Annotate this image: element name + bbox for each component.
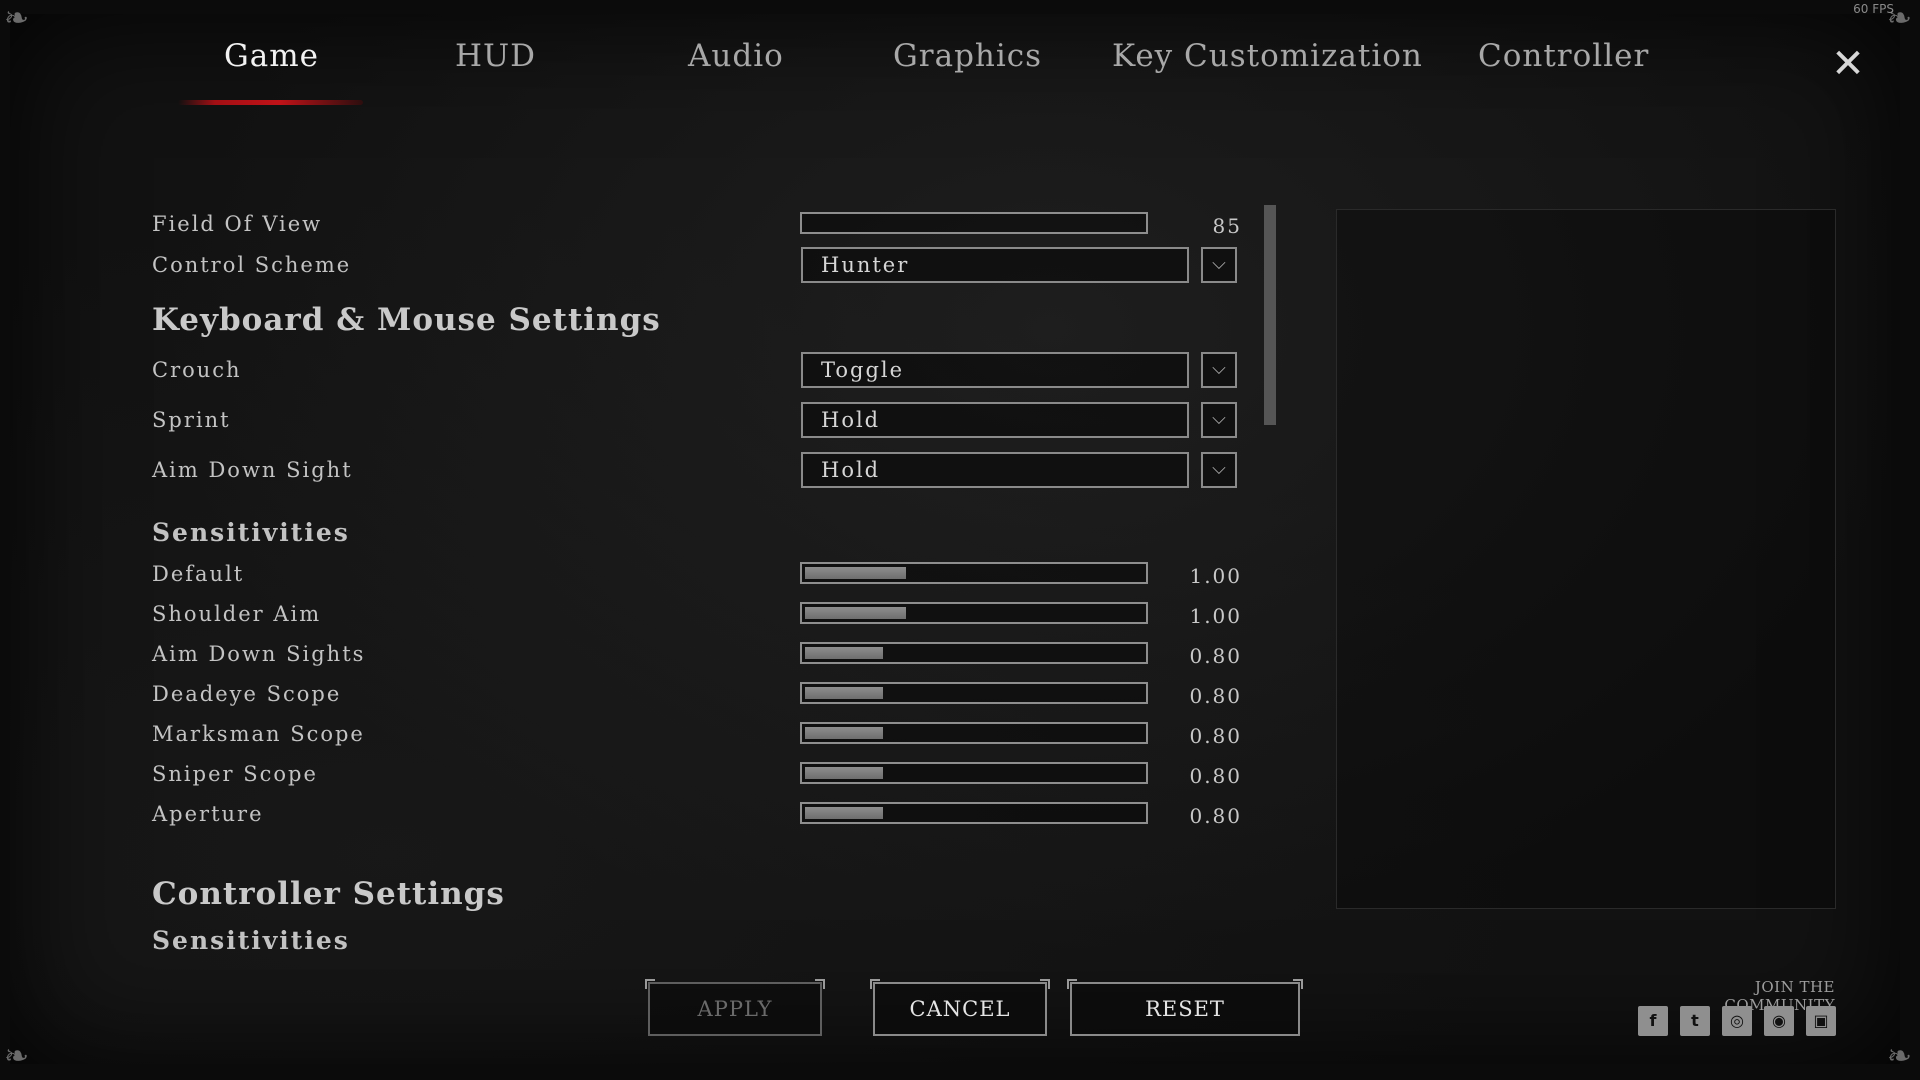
- scrollbar-thumb[interactable]: [1264, 205, 1276, 425]
- sensitivity-sniper-scope-value: 0.80: [1189, 764, 1242, 788]
- cancel-button[interactable]: CANCEL: [870, 979, 1050, 1036]
- slider-fill: [805, 567, 906, 579]
- sensitivity-sniper-scope-label: Sniper Scope: [152, 762, 318, 786]
- close-icon[interactable]: ✕: [1828, 44, 1868, 84]
- chevron-down-icon[interactable]: ⌵: [1201, 402, 1237, 438]
- instagram-icon[interactable]: ◎: [1722, 1006, 1752, 1036]
- facebook-icon[interactable]: f: [1638, 1006, 1668, 1036]
- discord-icon[interactable]: ◉: [1764, 1006, 1794, 1036]
- field-of-view-slider[interactable]: [800, 212, 1148, 234]
- sensitivities-heading: Sensitivities: [152, 518, 350, 547]
- sensitivity-aperture-value: 0.80: [1189, 804, 1242, 828]
- settings-scrollbar[interactable]: [1264, 205, 1276, 905]
- chevron-down-icon[interactable]: ⌵: [1201, 247, 1237, 283]
- crouch-label: Crouch: [152, 358, 242, 382]
- sensitivity-default-label: Default: [152, 562, 245, 586]
- aim-down-sight-select[interactable]: Hold: [801, 452, 1189, 488]
- active-tab-underline: [178, 100, 363, 105]
- crouch-select[interactable]: Toggle: [801, 352, 1189, 388]
- twitter-icon[interactable]: t: [1680, 1006, 1710, 1036]
- tab-controller[interactable]: Controller: [1478, 38, 1649, 74]
- sensitivity-default-value: 1.00: [1189, 564, 1242, 588]
- settings-tabs: Game HUD Audio Graphics Key Customizatio…: [0, 30, 1920, 105]
- sensitivity-shoulder-aim-label: Shoulder Aim: [152, 602, 322, 626]
- sensitivity-marksman-scope-value: 0.80: [1189, 724, 1242, 748]
- control-scheme-label: Control Scheme: [152, 253, 352, 277]
- sensitivity-marksman-scope-slider[interactable]: [800, 722, 1148, 744]
- tab-graphics[interactable]: Graphics: [893, 38, 1042, 74]
- sensitivity-marksman-scope-label: Marksman Scope: [152, 722, 365, 746]
- corner-ornament-icon: ❧: [1886, 1039, 1912, 1074]
- tab-hud[interactable]: HUD: [455, 38, 536, 74]
- field-of-view-label: Field Of View: [152, 212, 323, 236]
- slider-fill: [805, 687, 883, 699]
- sensitivity-aperture-label: Aperture: [152, 802, 264, 826]
- tab-audio[interactable]: Audio: [688, 38, 784, 74]
- sprint-select[interactable]: Hold: [801, 402, 1189, 438]
- chevron-down-icon[interactable]: ⌵: [1201, 352, 1237, 388]
- sensitivity-deadeye-scope-label: Deadeye Scope: [152, 682, 342, 706]
- apply-button[interactable]: APPLY: [645, 979, 825, 1036]
- sensitivity-aperture-slider[interactable]: [800, 802, 1148, 824]
- control-scheme-select[interactable]: Hunter: [801, 247, 1189, 283]
- aim-down-sight-label: Aim Down Sight: [152, 458, 353, 482]
- field-of-view-value: 85: [1212, 214, 1242, 238]
- twitch-icon[interactable]: ▣: [1806, 1006, 1836, 1036]
- keyboard-mouse-settings-heading: Keyboard & Mouse Settings: [152, 302, 661, 338]
- sensitivity-deadeye-scope-slider[interactable]: [800, 682, 1148, 704]
- sensitivity-shoulder-aim-value: 1.00: [1189, 604, 1242, 628]
- sensitivity-aim-down-sights-slider[interactable]: [800, 642, 1148, 664]
- tab-game[interactable]: Game: [224, 38, 319, 74]
- corner-ornament-icon: ❧: [4, 1039, 30, 1074]
- slider-fill: [805, 607, 906, 619]
- controller-settings-heading: Controller Settings: [152, 876, 505, 912]
- slider-fill: [805, 807, 883, 819]
- sensitivity-deadeye-scope-value: 0.80: [1189, 684, 1242, 708]
- controller-sensitivities-heading: Sensitivities: [152, 926, 350, 955]
- fps-counter: 60 FPS: [1853, 2, 1894, 16]
- sensitivity-aim-down-sights-value: 0.80: [1189, 644, 1242, 668]
- sprint-label: Sprint: [152, 408, 231, 432]
- reset-button[interactable]: RESET: [1067, 979, 1303, 1036]
- sensitivity-aim-down-sights-label: Aim Down Sights: [152, 642, 366, 666]
- sensitivity-sniper-scope-slider[interactable]: [800, 762, 1148, 784]
- sensitivity-default-slider[interactable]: [800, 562, 1148, 584]
- slider-fill: [805, 647, 883, 659]
- slider-fill: [805, 767, 883, 779]
- chevron-down-icon[interactable]: ⌵: [1201, 452, 1237, 488]
- sensitivity-shoulder-aim-slider[interactable]: [800, 602, 1148, 624]
- slider-fill: [805, 727, 883, 739]
- setting-preview-panel: [1336, 209, 1836, 909]
- tab-key-customization[interactable]: Key Customization: [1112, 38, 1423, 74]
